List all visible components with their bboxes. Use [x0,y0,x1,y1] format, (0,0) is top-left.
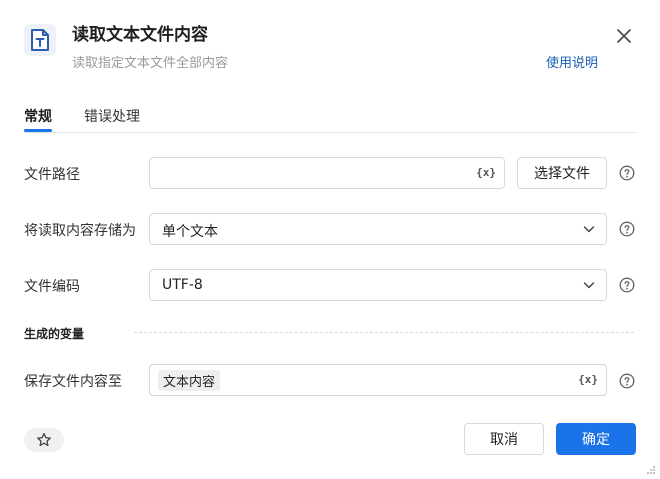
save-to-label: 保存文件内容至 [24,374,122,390]
dialog-title: 读取文本文件内容 [72,25,208,45]
resize-grip-icon[interactable] [646,465,656,475]
store-as-select[interactable]: 单个文本 [149,213,607,245]
chevron-down-icon [583,226,595,233]
help-icon[interactable] [619,277,635,293]
text-file-icon [24,24,56,56]
store-as-value: 单个文本 [162,224,218,240]
save-to-variable-input[interactable]: 文本内容 {x} [149,364,607,396]
encoding-select[interactable]: UTF-8 [149,269,607,301]
file-path-label: 文件路径 [24,167,80,183]
star-icon [37,432,51,447]
dialog-subtitle: 读取指定文本文件全部内容 [72,56,229,71]
usage-help-link[interactable]: 使用说明 [546,52,598,71]
tab-error-handling[interactable]: 错误处理 [84,106,140,126]
choose-file-button[interactable]: 选择文件 [517,157,607,189]
confirm-button[interactable]: 确定 [556,423,636,455]
dialog: 读取文本文件内容 读取指定文本文件全部内容 使用说明 常规 错误处理 文件路径 … [0,0,660,479]
store-as-label: 将读取内容存储为 [24,223,136,239]
section-divider [134,332,634,333]
active-tab-indicator [24,129,52,132]
help-icon[interactable] [619,373,635,389]
variable-chip: 文本内容 [158,370,221,391]
help-icon[interactable] [619,221,635,237]
favorite-button[interactable] [24,428,64,452]
encoding-label: 文件编码 [24,279,80,295]
close-button[interactable] [612,24,636,48]
close-icon [617,29,631,43]
variable-insert-icon[interactable]: {x} [578,373,598,386]
encoding-value: UTF-8 [162,277,203,293]
tab-bar: 常规 错误处理 [24,104,636,133]
output-variables-heading: 生成的变量 [24,327,85,341]
cancel-button[interactable]: 取消 [464,423,544,455]
tab-general[interactable]: 常规 [24,106,52,126]
variable-insert-icon[interactable]: {x} [476,166,496,179]
file-path-input[interactable]: {x} [149,157,505,189]
chevron-down-icon [583,282,595,289]
help-icon[interactable] [619,165,635,181]
